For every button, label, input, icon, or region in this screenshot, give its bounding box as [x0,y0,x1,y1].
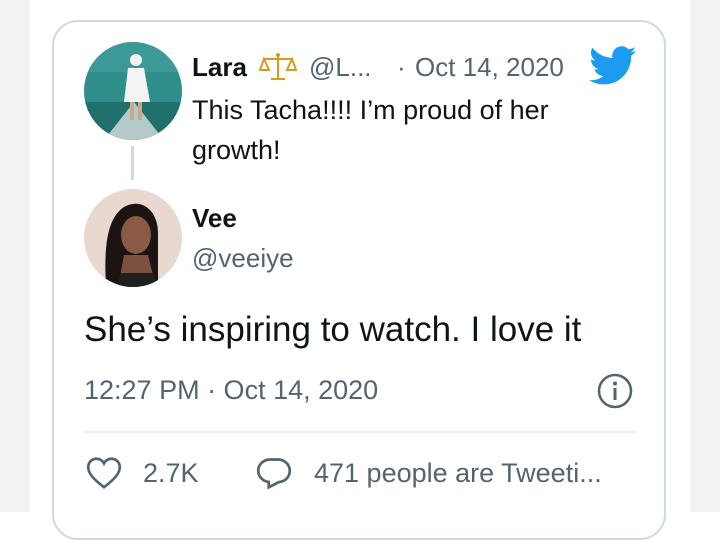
scales-icon [258,52,298,87]
heart-icon[interactable] [86,456,122,495]
actions-divider [84,431,636,433]
info-icon[interactable] [596,372,634,415]
vee-name[interactable]: Vee [192,203,237,234]
like-count[interactable]: 2.7K [143,458,199,489]
vee-handle[interactable]: @veeiye [192,243,294,274]
right-gutter [690,0,720,512]
lara-name[interactable]: Lara [192,52,247,83]
tweet-text: She’s inspiring to watch. I love it [84,310,582,349]
left-gutter [0,0,30,512]
lara-date[interactable]: Oct 14, 2020 [415,52,564,83]
tweet-timestamp[interactable]: 12:27 PM · Oct 14, 2020 [84,375,378,406]
twitter-bird-icon[interactable] [589,46,637,91]
lara-handle[interactable]: @L... [309,52,372,83]
header-separator: · [397,52,406,82]
lara-tweet-text: This Tacha!!!! I’m proud of her growth! [192,95,549,165]
reply-count[interactable]: 471 people are Tweeti... [314,458,602,489]
thread-connector [131,146,134,180]
reply-bubble-icon[interactable] [256,456,292,495]
lara-avatar[interactable] [84,42,182,140]
vee-avatar[interactable] [84,189,182,287]
